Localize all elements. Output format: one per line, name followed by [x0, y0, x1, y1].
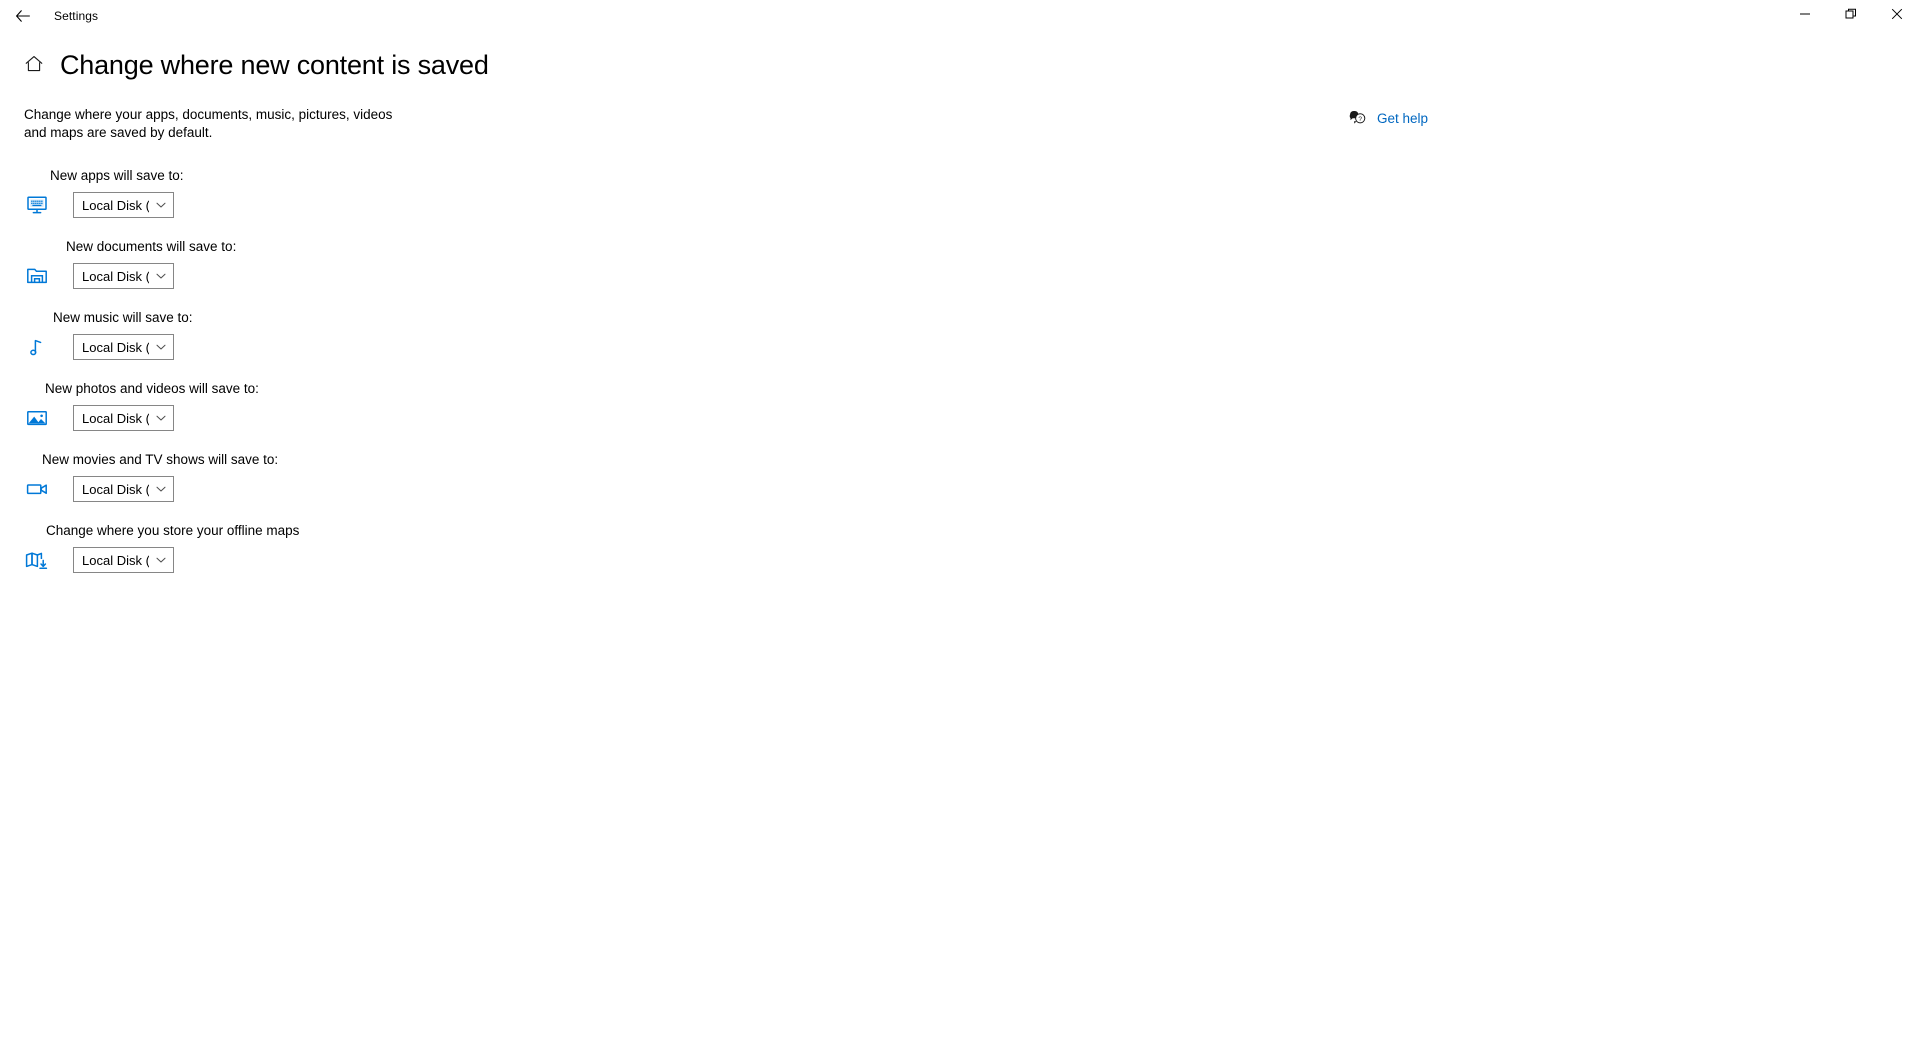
restore-button[interactable]	[1828, 0, 1874, 32]
restore-icon	[1845, 7, 1857, 25]
home-icon	[23, 53, 45, 80]
maps-location-dropdown[interactable]: Local Disk (C:)	[73, 547, 174, 573]
chevron-down-icon	[149, 199, 173, 211]
setting-row-apps: New apps will save to: Local Disk	[24, 166, 1920, 237]
page-title: Change where new content is saved	[60, 50, 489, 81]
music-location-value: Local Disk (C:)	[82, 339, 149, 355]
get-help-link[interactable]: ? Get help	[1349, 109, 1428, 127]
photos-location-value: Local Disk (C:)	[82, 410, 149, 426]
video-camera-icon	[24, 476, 50, 502]
setting-control-apps: Local Disk (C:)	[24, 192, 1920, 218]
movies-location-dropdown[interactable]: Local Disk (C:)	[73, 476, 174, 502]
setting-row-documents: New documents will save to: Local Disk (…	[24, 237, 1920, 308]
offline-maps-icon	[24, 547, 50, 573]
setting-label-apps: New apps will save to:	[50, 168, 184, 183]
minimize-button[interactable]	[1782, 0, 1828, 32]
setting-label-music: New music will save to:	[53, 310, 193, 325]
question-bubble-icon: ?	[1349, 109, 1367, 127]
back-button[interactable]	[0, 0, 46, 32]
minimize-icon	[1799, 7, 1811, 25]
setting-label-maps: Change where you store your offline maps	[46, 523, 300, 538]
back-arrow-icon	[15, 8, 31, 24]
apps-monitor-icon	[24, 192, 50, 218]
movies-location-value: Local Disk (C:)	[82, 481, 149, 497]
setting-row-photos: New photos and videos will save to: Loca…	[24, 379, 1920, 450]
setting-control-photos: Local Disk (C:)	[24, 405, 1920, 431]
setting-row-music: New music will save to: Local Disk (C:)	[24, 308, 1920, 379]
setting-control-music: Local Disk (C:)	[24, 334, 1920, 360]
close-icon	[1891, 7, 1903, 25]
setting-row-movies: New movies and TV shows will save to: Lo…	[24, 450, 1920, 521]
setting-control-movies: Local Disk (C:)	[24, 476, 1920, 502]
app-title: Settings	[54, 9, 99, 23]
apps-location-value: Local Disk (C:)	[82, 197, 149, 213]
documents-folder-icon	[24, 263, 50, 289]
get-help-label: Get help	[1376, 110, 1428, 126]
main-content: Change where your apps, documents, music…	[0, 106, 1920, 592]
page-header: Change where new content is saved	[0, 44, 1920, 88]
documents-location-value: Local Disk (C:)	[82, 268, 149, 284]
close-button[interactable]	[1874, 0, 1920, 32]
title-bar: Settings	[0, 0, 1920, 32]
intro-description: Change where your apps, documents, music…	[24, 107, 393, 140]
setting-label-photos: New photos and videos will save to:	[45, 381, 259, 396]
svg-text:?: ?	[1358, 116, 1362, 123]
setting-row-maps: Change where you store your offline maps…	[24, 521, 1920, 592]
music-note-icon	[24, 334, 50, 360]
apps-location-dropdown[interactable]: Local Disk (C:)	[73, 192, 174, 218]
chevron-down-icon	[149, 554, 173, 566]
setting-label-movies: New movies and TV shows will save to:	[42, 452, 279, 467]
settings-rows: New apps will save to: Local Disk New do…	[24, 166, 1920, 592]
music-location-dropdown[interactable]: Local Disk (C:)	[73, 334, 174, 360]
setting-control-documents: Local Disk (C:)	[24, 263, 1920, 289]
documents-location-dropdown[interactable]: Local Disk (C:)	[73, 263, 174, 289]
maps-location-value: Local Disk (C:)	[82, 552, 149, 568]
chevron-down-icon	[149, 483, 173, 495]
window-controls	[1782, 0, 1920, 32]
chevron-down-icon	[149, 412, 173, 424]
photos-location-dropdown[interactable]: Local Disk (C:)	[73, 405, 174, 431]
chevron-down-icon	[149, 270, 173, 282]
setting-control-maps: Local Disk (C:)	[24, 547, 1920, 573]
setting-label-documents: New documents will save to:	[66, 239, 237, 254]
home-button[interactable]	[18, 50, 50, 82]
photo-picture-icon	[24, 405, 50, 431]
chevron-down-icon	[149, 341, 173, 353]
